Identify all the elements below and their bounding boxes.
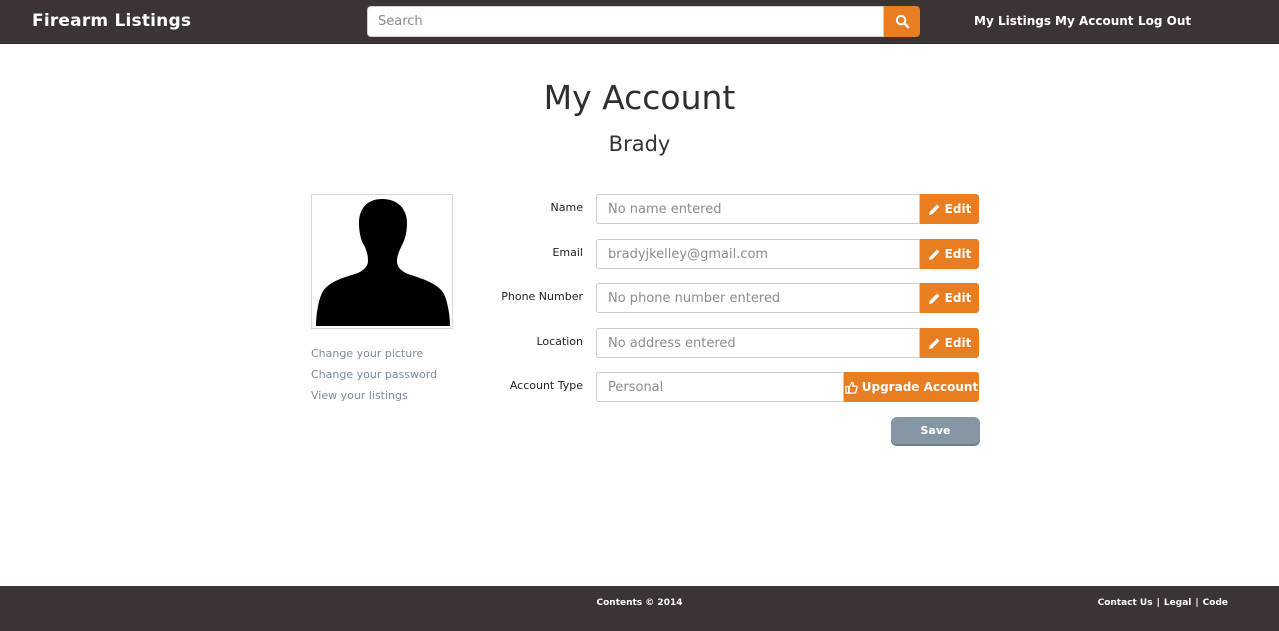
pencil-icon [928,203,940,215]
pencil-icon [928,337,940,349]
brand-logo[interactable]: Firearm Listings [32,11,191,31]
nav-my-account[interactable]: My Account [1055,14,1134,28]
phone-field[interactable] [596,283,920,313]
email-field[interactable] [596,239,920,269]
footer-contact-link[interactable]: Contact Us [1098,598,1153,608]
footer-copyright: Contents © 2014 [596,598,683,608]
edit-email-button[interactable]: Edit [920,239,979,269]
edit-email-label: Edit [944,247,972,261]
top-navbar: Firearm Listings My Listings My Account … [0,0,1279,44]
pencil-icon [928,292,940,304]
upgrade-account-button[interactable]: Upgrade Account [844,372,979,402]
search-button[interactable] [884,6,920,37]
footer-separator: | [1195,598,1199,608]
name-field[interactable] [596,194,920,224]
search-icon [895,14,909,29]
footer-code-link[interactable]: Code [1203,598,1228,608]
edit-location-button[interactable]: Edit [920,328,979,358]
phone-label: Phone Number [501,290,583,303]
save-button[interactable]: Save [891,417,980,444]
nav-log-out[interactable]: Log Out [1138,14,1191,28]
pencil-icon [928,248,940,260]
edit-phone-label: Edit [944,291,972,305]
email-label: Email [552,246,583,259]
edit-name-label: Edit [944,202,972,216]
location-label: Location [536,335,583,348]
location-field[interactable] [596,328,920,358]
footer-links: Contact Us | Legal | Code [1098,598,1228,608]
profile-picture [311,194,453,329]
edit-name-button[interactable]: Edit [920,194,979,224]
upgrade-account-label: Upgrade Account [861,380,979,394]
footer-separator: | [1156,598,1160,608]
user-silhouette-icon [316,199,450,326]
search-bar [367,6,920,37]
page-title: My Account [543,78,736,117]
name-label: Name [550,201,583,214]
thumbs-up-icon [845,381,858,394]
search-input[interactable] [367,6,884,37]
change-picture-link[interactable]: Change your picture [311,347,423,360]
user-name: Brady [608,132,671,156]
footer-legal-link[interactable]: Legal [1164,598,1191,608]
footer: Contents © 2014 Contact Us | Legal | Code [0,586,1279,631]
edit-location-label: Edit [944,336,972,350]
account-type-label: Account Type [509,379,583,392]
account-type-field[interactable] [596,372,844,402]
edit-phone-button[interactable]: Edit [920,283,979,313]
nav-my-listings[interactable]: My Listings [974,14,1051,28]
